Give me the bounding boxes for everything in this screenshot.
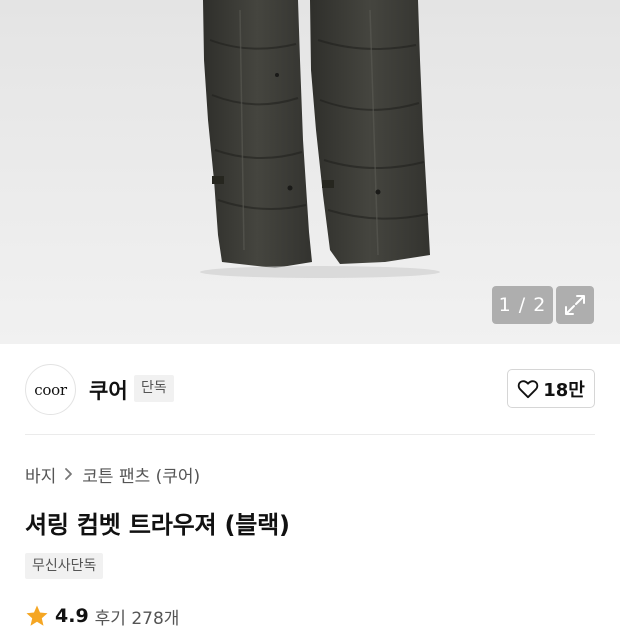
divider	[25, 434, 595, 435]
like-count: 18만	[543, 379, 585, 401]
expand-button[interactable]	[556, 286, 594, 324]
brand-row: coor 쿠어 단독 18만	[0, 344, 620, 434]
brand-name[interactable]: 쿠어	[89, 375, 128, 405]
like-button[interactable]: 18만	[507, 369, 595, 408]
expand-icon	[565, 295, 585, 315]
exclusive-tag: 무신사단독	[25, 553, 104, 579]
rating-row[interactable]: 4.9 후기 278개	[25, 601, 179, 631]
chevron-right-icon	[65, 468, 73, 480]
breadcrumb-item-category[interactable]: 바지	[25, 462, 56, 487]
rating-score: 4.9	[55, 605, 89, 627]
brand-logo-text: coor	[34, 380, 67, 399]
product-title: 셔링 컴벳 트라우져 (블랙)	[25, 511, 290, 539]
image-counter: 1 / 2	[492, 286, 553, 324]
heart-outline-icon	[517, 379, 539, 398]
breadcrumb: 바지 코튼 팬츠 (쿠어)	[25, 461, 200, 487]
brand-logo[interactable]: coor	[25, 364, 76, 415]
brand-exclusive-badge: 단독	[134, 375, 174, 402]
breadcrumb-item-subcategory[interactable]: 코튼 팬츠 (쿠어)	[82, 462, 200, 487]
star-icon	[26, 605, 48, 626]
review-count[interactable]: 후기 278개	[95, 604, 180, 629]
product-image-gallery[interactable]: 1 / 2	[0, 0, 620, 344]
